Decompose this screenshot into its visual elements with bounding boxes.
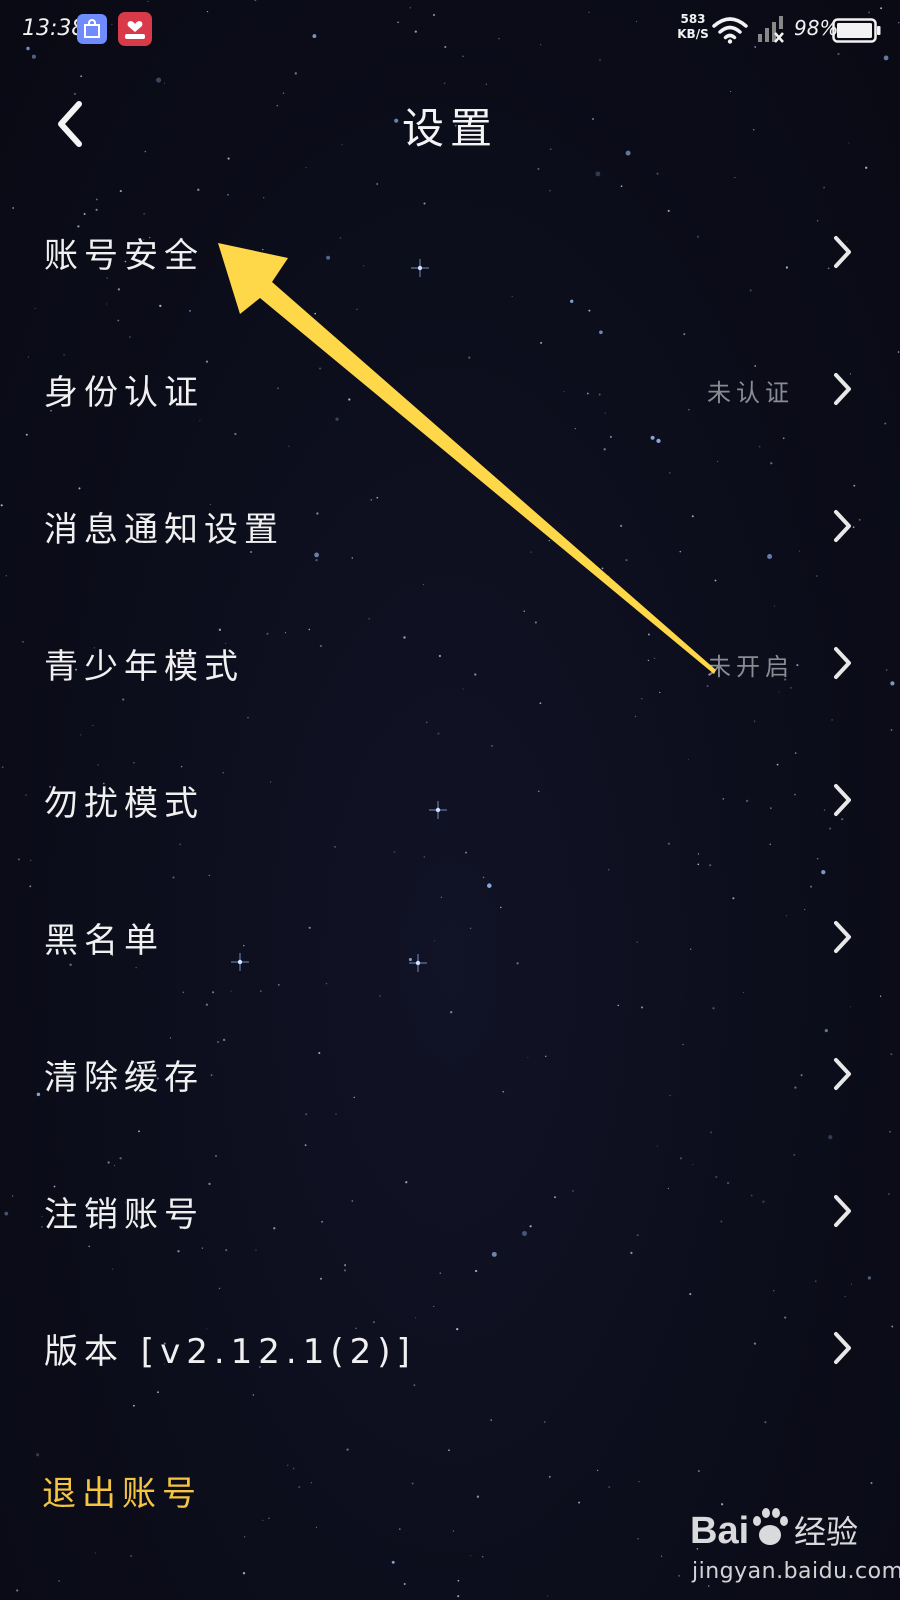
- settings-item-notification-settings[interactable]: 消息通知设置: [0, 458, 900, 595]
- settings-item-status: 未开启: [707, 653, 794, 681]
- star: [305, 166, 307, 169]
- watermark: Bai 经验 jingyan.baidu.com: [690, 1503, 900, 1593]
- page-title: 设置: [401, 104, 498, 153]
- chevron-right-icon: [834, 373, 851, 405]
- star: [485, 83, 487, 85]
- star: [294, 72, 297, 75]
- network-speed-value: 583: [680, 12, 706, 26]
- status-time: 13:38: [22, 16, 86, 41]
- star: [80, 75, 83, 78]
- star: [227, 157, 230, 160]
- heart-app-icon: [118, 12, 152, 46]
- settings-item-status: 未认证: [707, 379, 794, 407]
- settings-item-label: 消息通知设置: [44, 510, 284, 550]
- star: [242, 1572, 246, 1575]
- settings-item-label: 账号安全: [44, 236, 204, 276]
- settings-item-label: 身份认证: [44, 373, 204, 413]
- settings-item-label: 清除缓存: [44, 1058, 204, 1098]
- star: [537, 167, 540, 170]
- star: [457, 1595, 460, 1598]
- chevron-right-icon: [834, 510, 851, 542]
- star: [58, 1580, 60, 1582]
- star: [94, 1552, 97, 1554]
- star: [544, 1421, 546, 1423]
- network-speed-unit: KB/S: [677, 27, 709, 41]
- settings-list: 账号安全 身份认证 未认证 消息通知设置 青少年模式 未开启 勿扰模式 黑名单: [0, 184, 900, 1417]
- status-bar: 13:38 583 KB/S 98%: [0, 0, 900, 62]
- svg-text:Bai: Bai: [690, 1510, 749, 1552]
- chevron-right-icon: [834, 1195, 851, 1227]
- star: [130, 1554, 133, 1557]
- star: [470, 1555, 472, 1557]
- chevron-right-icon: [834, 1058, 851, 1090]
- watermark-url: jingyan.baidu.com: [692, 1559, 900, 1584]
- star: [282, 92, 285, 94]
- star: [764, 1421, 767, 1424]
- star: [678, 1574, 681, 1577]
- chevron-right-icon: [834, 236, 851, 268]
- network-speed: 583 KB/S: [676, 12, 710, 42]
- chevron-right-icon: [834, 1332, 851, 1364]
- star: [734, 176, 736, 179]
- settings-item-label: 注销账号: [44, 1195, 204, 1235]
- settings-item-label: 版本 [v2.12.1(2)]: [44, 1332, 416, 1372]
- star: [391, 1560, 395, 1564]
- settings-item-version[interactable]: 版本 [v2.12.1(2)]: [0, 1280, 900, 1417]
- star: [443, 82, 446, 85]
- star: [403, 1583, 406, 1585]
- star: [156, 77, 162, 83]
- chevron-right-icon: [834, 647, 851, 679]
- star: [490, 1419, 493, 1421]
- settings-item-label: 黑名单: [44, 921, 164, 961]
- screen: 13:38 583 KB/S 98% 设置 账号安全 身份认证 未认证 消息通知…: [0, 0, 900, 1600]
- star: [865, 166, 868, 169]
- battery-icon: [832, 18, 881, 43]
- star: [595, 171, 601, 177]
- shopping-bag-app-icon: [77, 14, 107, 44]
- settings-item-delete-account[interactable]: 注销账号: [0, 1143, 900, 1280]
- settings-item-do-not-disturb[interactable]: 勿扰模式: [0, 732, 900, 869]
- settings-item-identity-verification[interactable]: 身份认证 未认证: [0, 321, 900, 458]
- star: [656, 172, 659, 175]
- star: [163, 82, 166, 84]
- settings-item-account-security[interactable]: 账号安全: [0, 184, 900, 321]
- logout-label: 退出账号: [42, 1474, 202, 1514]
- star: [661, 1555, 663, 1557]
- star: [637, 1537, 639, 1540]
- baidu-paw-logo-icon: Bai 经验: [690, 1508, 858, 1552]
- star: [244, 1536, 246, 1538]
- settings-item-label: 青少年模式: [44, 647, 244, 687]
- wifi-icon: [712, 17, 748, 44]
- signal-icon: [758, 16, 784, 43]
- svg-text:经验: 经验: [794, 1513, 858, 1551]
- settings-item-teen-mode[interactable]: 青少年模式 未开启: [0, 595, 900, 732]
- settings-item-clear-cache[interactable]: 清除缓存: [0, 1006, 900, 1143]
- star: [457, 1579, 460, 1582]
- settings-item-label: 勿扰模式: [44, 784, 204, 824]
- chevron-right-icon: [834, 921, 851, 953]
- chevron-right-icon: [834, 784, 851, 816]
- settings-item-blacklist[interactable]: 黑名单: [0, 869, 900, 1006]
- star: [16, 1589, 19, 1592]
- star: [481, 1556, 484, 1558]
- star: [730, 91, 732, 93]
- star: [546, 1595, 549, 1597]
